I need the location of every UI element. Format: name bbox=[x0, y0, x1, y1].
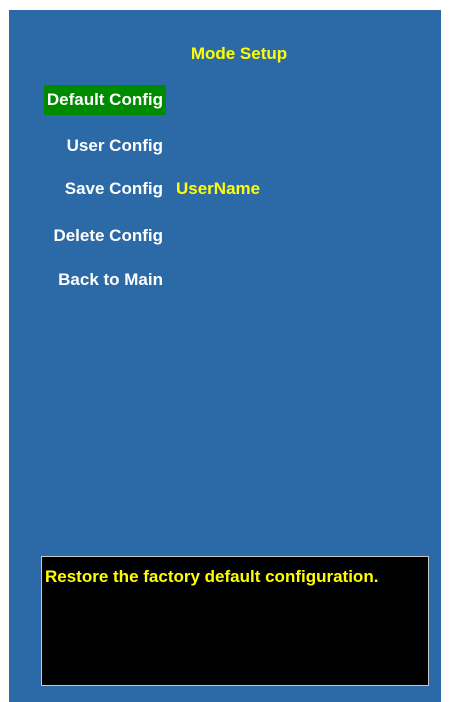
page-title-text: Mode Setup bbox=[190, 44, 288, 63]
mode-setup-screen: Mode Setup Default Config User Config Sa… bbox=[9, 10, 441, 702]
save-config-username-field[interactable]: UserName bbox=[176, 174, 260, 204]
menu-item-delete-config[interactable]: Delete Config bbox=[50, 221, 166, 251]
help-text-box: Restore the factory default configuratio… bbox=[41, 556, 429, 686]
page-title: Mode Setup bbox=[10, 44, 442, 64]
menu-item-back-to-main[interactable]: Back to Main bbox=[55, 265, 166, 295]
menu-item-default-config[interactable]: Default Config bbox=[43, 85, 166, 115]
help-text: Restore the factory default configuratio… bbox=[45, 567, 379, 586]
menu-item-save-config[interactable]: Save Config bbox=[62, 174, 166, 204]
menu-item-user-config[interactable]: User Config bbox=[64, 131, 166, 161]
